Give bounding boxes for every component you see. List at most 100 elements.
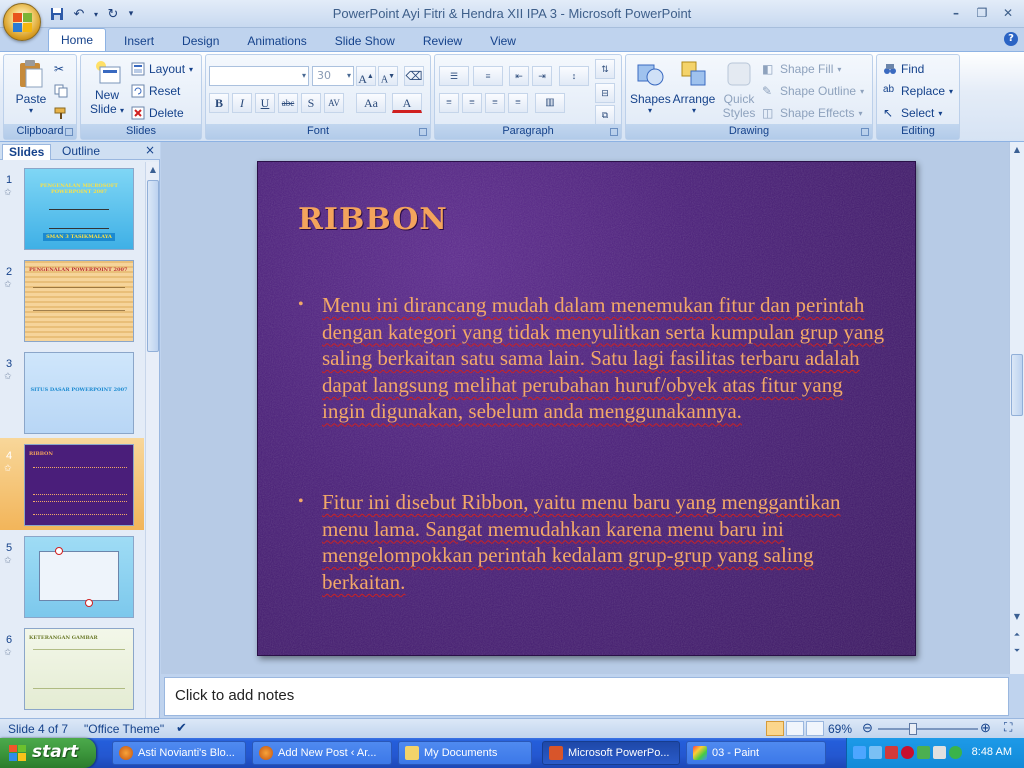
reset-button[interactable]: Reset <box>131 81 180 101</box>
shape-fill-button[interactable]: ◧ Shape Fill ▾ <box>762 59 841 79</box>
change-case-button[interactable]: Aa <box>356 93 386 113</box>
zoom-in-icon[interactable]: ⊕ <box>980 720 991 736</box>
align-right-button[interactable]: ≡ <box>485 93 505 113</box>
clear-formatting-button[interactable]: ⌫ <box>404 66 424 86</box>
scroll-up-icon[interactable]: ▲ <box>148 165 158 174</box>
numbering-button[interactable]: ≡ <box>473 66 503 86</box>
bold-button[interactable]: B <box>209 93 229 113</box>
slide-thumbnail-3[interactable]: 3 ✩ SITUS DASAR POWERPOINT 2007 <box>0 346 144 438</box>
slide-thumbnail-2[interactable]: 2 ✩ PENGENALAN POWERPOINT 2007 <box>0 254 144 346</box>
taskbar-item-paint[interactable]: 03 - Paint <box>686 741 826 765</box>
font-name-combo[interactable]: ▾ <box>209 66 309 86</box>
office-button[interactable] <box>3 3 41 41</box>
scrollbar-thumb[interactable] <box>147 180 159 352</box>
slide-sorter-view-button[interactable] <box>786 721 804 736</box>
line-spacing-button[interactable]: ↕ <box>559 66 589 86</box>
close-button[interactable]: ✕ <box>998 4 1018 22</box>
align-text-button[interactable]: ⊟ <box>595 83 615 103</box>
notes-pane[interactable]: Click to add notes <box>164 677 1009 716</box>
delete-button[interactable]: Delete <box>131 103 184 123</box>
zoom-slider[interactable] <box>878 723 978 735</box>
scroll-up-icon[interactable]: ▲ <box>1012 145 1022 154</box>
clock[interactable]: 8:48 AM <box>972 746 1012 758</box>
underline-button[interactable]: U <box>255 93 275 113</box>
copy-button[interactable] <box>54 81 68 101</box>
tab-animations[interactable]: Animations <box>237 30 316 52</box>
font-color-button[interactable]: A <box>392 93 422 113</box>
italic-button[interactable]: I <box>232 93 252 113</box>
network-icon[interactable] <box>853 746 866 759</box>
paste-button[interactable]: Paste ▾ <box>10 59 52 115</box>
scroll-down-icon[interactable]: ▼ <box>1012 612 1022 621</box>
taskbar-item-browser-1[interactable]: Asti Novianti's Blo... <box>112 741 246 765</box>
align-center-button[interactable]: ≡ <box>462 93 482 113</box>
text-direction-button[interactable]: ⇅ <box>595 59 615 79</box>
align-left-button[interactable]: ≡ <box>439 93 459 113</box>
char-spacing-button[interactable]: AV <box>324 93 344 113</box>
tab-slides[interactable]: Slides <box>2 144 52 160</box>
justify-button[interactable]: ≡ <box>508 93 528 113</box>
font-launcher[interactable] <box>419 128 427 136</box>
spelling-check-icon[interactable]: ✔ <box>176 720 187 736</box>
tab-review[interactable]: Review <box>413 30 472 52</box>
find-button[interactable]: Find <box>883 59 924 79</box>
select-button[interactable]: ↖ Select ▾ <box>883 103 942 123</box>
arrange-button[interactable]: Arrange ▾ <box>672 59 716 115</box>
bullet-2[interactable]: • Fitur ini disebut Ribbon, yaitu menu b… <box>298 489 888 595</box>
columns-button[interactable]: ▥ <box>535 93 565 113</box>
format-painter-button[interactable] <box>54 103 68 123</box>
tab-slide-show[interactable]: Slide Show <box>325 30 405 52</box>
restore-button[interactable]: ❐ <box>972 4 992 22</box>
zoom-level[interactable]: 69% <box>828 722 852 736</box>
start-button[interactable]: start <box>0 738 96 768</box>
cut-button[interactable]: ✂ <box>54 59 64 79</box>
new-slide-button[interactable]: New Slide ▾ <box>85 59 129 116</box>
previous-slide-icon[interactable]: ⏶ <box>1012 630 1022 640</box>
scrollbar-thumb[interactable] <box>1011 354 1023 416</box>
strikethrough-button[interactable]: abc <box>278 93 298 113</box>
shadow-button[interactable]: S <box>301 93 321 113</box>
bullet-1[interactable]: • Menu ini dirancang mudah dalam menemuk… <box>298 292 888 425</box>
drawing-launcher[interactable] <box>861 128 869 136</box>
tab-home[interactable]: Home <box>48 28 107 52</box>
taskbar-item-browser-2[interactable]: Add New Post ‹ Ar... <box>252 741 392 765</box>
paragraph-launcher[interactable] <box>610 128 618 136</box>
taskbar-item-my-documents[interactable]: My Documents <box>398 741 532 765</box>
shape-effects-button[interactable]: ◫ Shape Effects ▾ <box>762 103 863 123</box>
bullets-button[interactable]: ☰ <box>439 66 469 86</box>
thumbnail-scrollbar[interactable]: ▲ <box>145 162 159 718</box>
next-slide-icon[interactable]: ⏷ <box>1012 646 1022 656</box>
security-icon[interactable] <box>885 746 898 759</box>
shrink-font-button[interactable]: A▼ <box>378 66 398 86</box>
tab-view[interactable]: View <box>480 30 526 52</box>
zoom-slider-knob[interactable] <box>908 723 917 735</box>
shape-outline-button[interactable]: ✎ Shape Outline ▾ <box>762 81 864 101</box>
increase-indent-button[interactable]: ⇥ <box>532 66 552 86</box>
font-size-combo[interactable]: 30 ▾ <box>312 66 354 86</box>
normal-view-button[interactable] <box>766 721 784 736</box>
slide-title[interactable]: RIBBON <box>298 202 448 237</box>
tab-design[interactable]: Design <box>172 30 229 52</box>
zoom-out-icon[interactable]: ⊖ <box>862 720 873 736</box>
slide-thumbnail-4[interactable]: 4 ✩ RIBBON <box>0 438 144 530</box>
slide-thumbnail-5[interactable]: 5 ✩ <box>0 530 144 622</box>
grow-font-button[interactable]: A▲ <box>356 66 376 86</box>
taskbar-item-powerpoint[interactable]: Microsoft PowerPo... <box>542 741 680 765</box>
display-icon[interactable] <box>869 746 882 759</box>
messenger-icon[interactable] <box>949 746 962 759</box>
antivirus-icon[interactable] <box>901 746 914 759</box>
slide-thumbnail-1[interactable]: 1 ✩ PENGENALAN MICROSOFT POWERPOINT 2007… <box>0 162 144 254</box>
slide-show-view-button[interactable] <box>806 721 824 736</box>
clipboard-launcher[interactable] <box>65 128 73 136</box>
help-icon[interactable]: ? <box>1004 32 1018 46</box>
layout-button[interactable]: Layout ▾ <box>131 59 193 79</box>
current-slide[interactable]: RIBBON • Menu ini dirancang mudah dalam … <box>257 161 916 656</box>
shapes-button[interactable]: Shapes ▾ <box>630 59 671 115</box>
tab-insert[interactable]: Insert <box>114 30 164 52</box>
fit-to-window-icon[interactable]: ⛶ <box>1004 720 1012 735</box>
replace-button[interactable]: ab Replace ▾ <box>883 81 953 101</box>
quick-styles-button[interactable]: Quick Styles <box>718 59 760 120</box>
close-panel-icon[interactable]: × <box>145 143 155 157</box>
volume-icon[interactable] <box>933 746 946 759</box>
smartart-button[interactable]: ⧉ <box>595 105 615 125</box>
